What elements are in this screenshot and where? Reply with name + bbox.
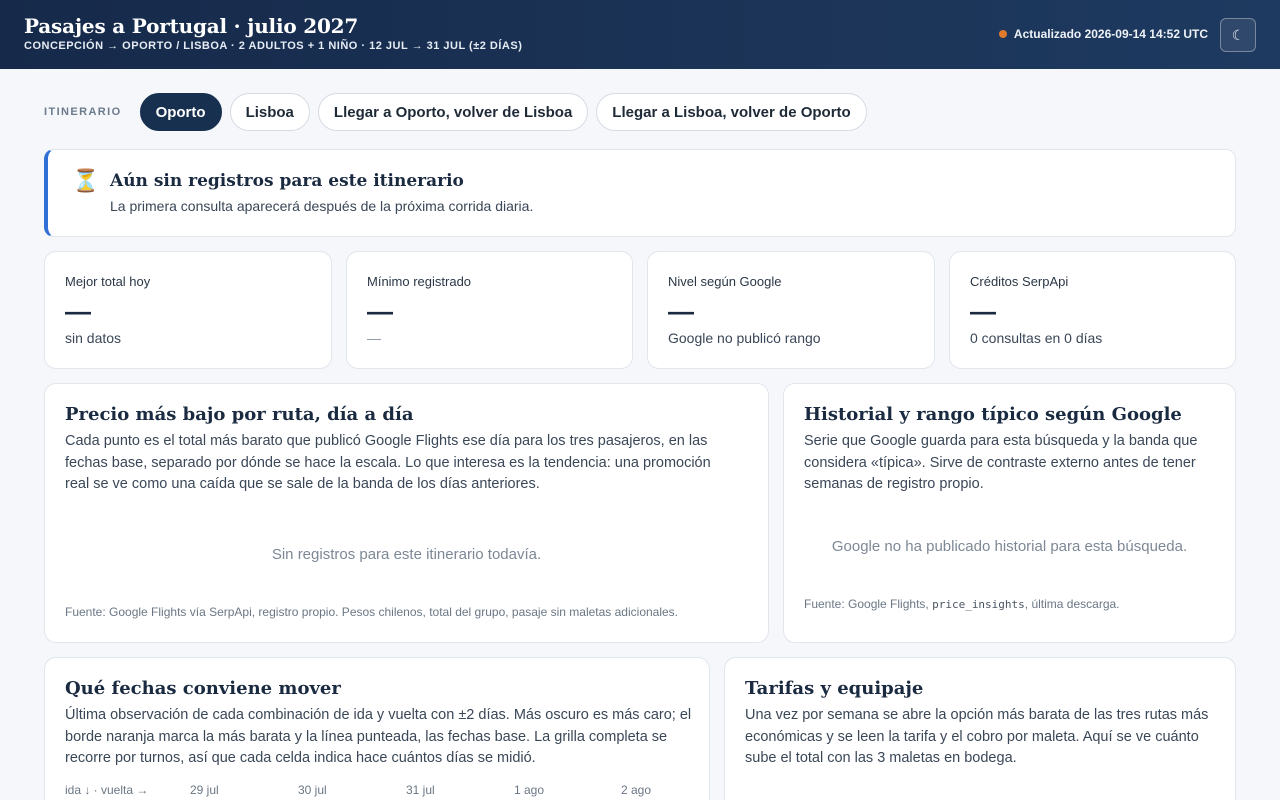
stat-label: Mejor total hoy [65,274,151,289]
itinerary-tabs: ITINERARIO Oporto Lisboa Llegar a Oporto… [44,93,867,131]
panel-description: Última observación de cada combinación d… [65,707,692,766]
notice-title: Aún sin registros para este itinerario [110,171,464,191]
stat-label: Créditos SerpApi [970,274,1069,289]
source-prefix: Fuente: Google Flights, [804,597,933,611]
stat-note: 0 consultas en 0 días [970,330,1103,346]
grid-column-label: 1 ago [514,783,545,797]
stat-value: — [970,296,996,326]
stat-note: sin datos [65,330,122,346]
grid-column-label: 29 jul [190,783,219,797]
notice-body: La primera consulta aparecerá después de… [110,198,534,214]
panel-description: Cada punto es el total más barato que pu… [65,433,711,492]
stat-value: — [668,296,694,326]
tab-oporto[interactable]: Oporto [139,93,222,131]
stat-label: Nivel según Google [668,274,782,289]
top-bar: Pasajes a Portugal · julio 2027 CONCEPCI… [0,0,1280,69]
source-note: Fuente: Google Flights, price_insights, … [804,597,1120,611]
grid-axis-label: ida ↓ · vuelta → [65,783,149,797]
panel-title: Historial y rango típico según Google [804,404,1182,425]
panel-description: Una vez por semana se abre la opción más… [745,707,1209,766]
stat-best-total-today: Mejor total hoy — sin datos [44,251,332,369]
history-panel: Historial y rango típico según Google Se… [783,383,1236,643]
last-updated: Actualizado 2026-09-14 14:52 UTC [998,27,1208,41]
empty-itinerary-notice: ⏳ Aún sin registros para este itinerario… [44,149,1236,237]
stat-label: Mínimo registrado [367,274,472,289]
source-suffix: , última descarga. [1024,597,1120,611]
tab-lisboa-oporto[interactable]: Llegar a Lisboa, volver de Oporto [596,93,867,131]
empty-state: Sin registros para este itinerario todav… [271,546,542,563]
stat-note: Google no publicó rango [668,330,821,346]
empty-state: Google no ha publicado historial para es… [831,538,1188,555]
stat-value: — [367,296,393,326]
tab-lisboa[interactable]: Lisboa [229,93,310,131]
stat-value: — [65,296,91,326]
trip-summary: CONCEPCIÓN → OPORTO / LISBOA · 2 ADULTOS… [24,40,523,52]
stat-minimum-recorded: Mínimo registrado — — [346,251,633,369]
itinerary-label: ITINERARIO [44,106,122,118]
source-note: Fuente: Google Flights vía SerpApi, regi… [65,605,679,619]
route-prices-panel: Precio más bajo por ruta, día a día Cada… [44,383,769,643]
date-matrix-panel: Qué fechas conviene mover Última observa… [44,657,710,800]
page-title: Pasajes a Portugal · julio 2027 [24,14,359,38]
tab-oporto-lisboa[interactable]: Llegar a Oporto, volver de Lisboa [317,93,589,131]
grid-column-label: 30 jul [298,783,327,797]
source-code: price_insights [932,598,1025,611]
panel-title: Precio más bajo por ruta, día a día [65,404,414,425]
hourglass-icon: ⏳ [72,168,100,193]
stat-google-level: Nivel según Google — Google no publicó r… [647,251,935,369]
last-updated-text: Actualizado 2026-09-14 14:52 UTC [1013,27,1208,41]
theme-toggle-button[interactable]: ☾ [1220,18,1256,52]
stat-serpapi-credits: Créditos SerpApi — 0 consultas en 0 días [949,251,1236,369]
date-grid-header: ida ↓ · vuelta → 29 jul 30 jul 31 jul 1 … [65,783,675,799]
grid-column-label: 2 ago [621,783,652,797]
panel-description: Serie que Google guarda para esta búsque… [804,433,1198,492]
grid-column-label: 31 jul [406,783,435,797]
stat-note: — [367,330,381,346]
moon-icon: ☾ [1231,26,1245,43]
panel-title: Tarifas y equipaje [745,678,924,699]
fares-baggage-panel: Tarifas y equipaje Una vez por semana se… [724,657,1236,800]
status-dot-icon [998,30,1007,38]
panel-title: Qué fechas conviene mover [65,678,341,699]
